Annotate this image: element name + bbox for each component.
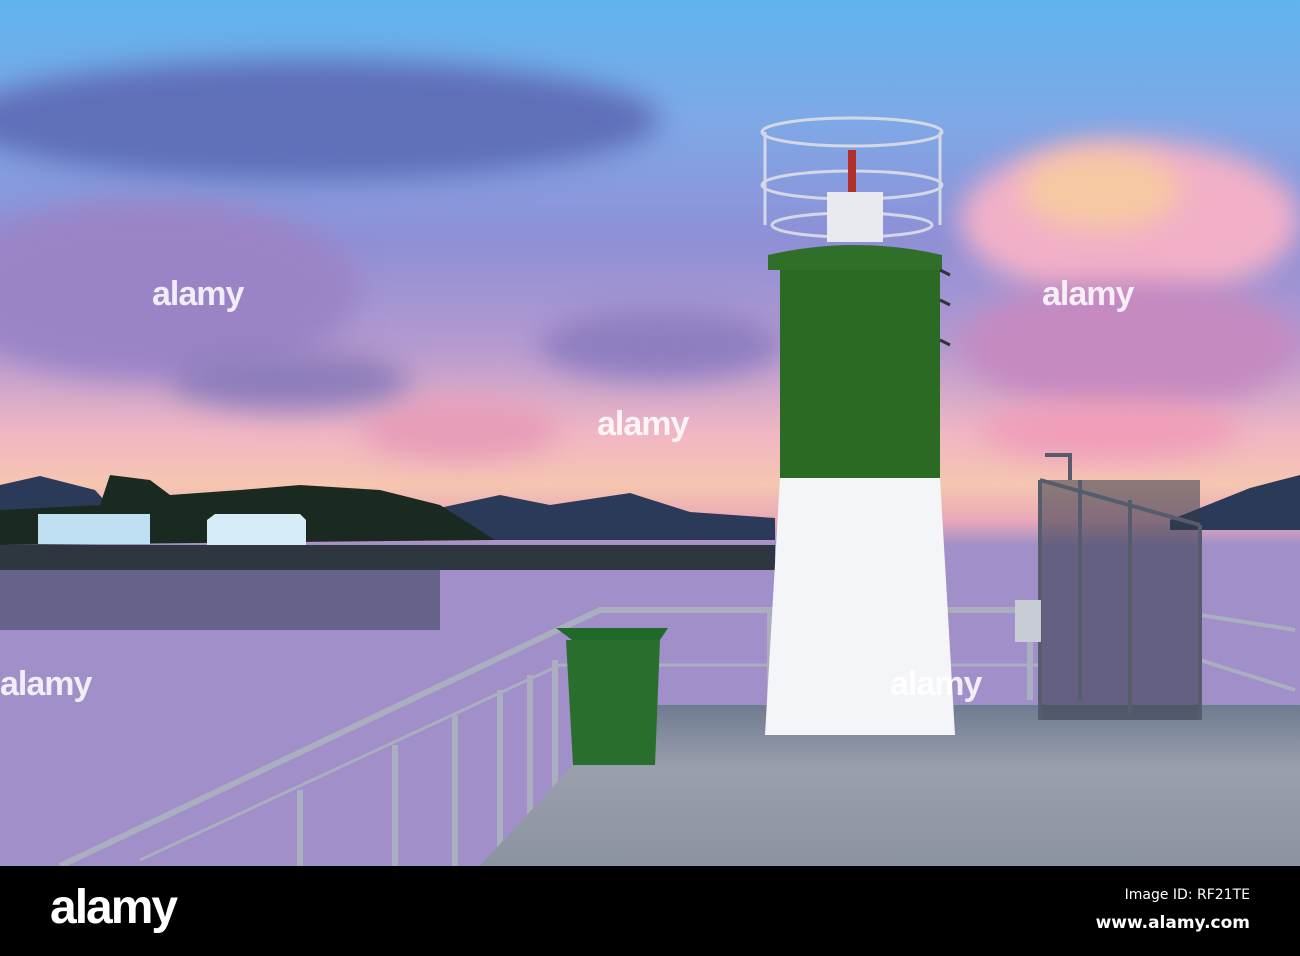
photo: alamy alamy alamy alamy alamy — [0, 0, 1300, 866]
watermark: alamy — [597, 405, 689, 443]
image-id: Image ID: RF21TE — [1124, 887, 1250, 903]
watermark: alamy — [0, 665, 92, 703]
trash-bin — [556, 628, 668, 765]
watermark: alamy — [152, 275, 244, 313]
alamy-logo: alamy — [50, 881, 178, 934]
lighthouse — [760, 116, 955, 735]
watermark: alamy — [1042, 275, 1134, 313]
electrical-box — [1015, 600, 1041, 642]
watermark: alamy — [890, 665, 982, 703]
gate — [1038, 453, 1202, 720]
footer-bar: alamy Image ID: RF21TE www.alamy.com — [0, 866, 1300, 956]
website-link[interactable]: www.alamy.com — [1096, 913, 1250, 933]
